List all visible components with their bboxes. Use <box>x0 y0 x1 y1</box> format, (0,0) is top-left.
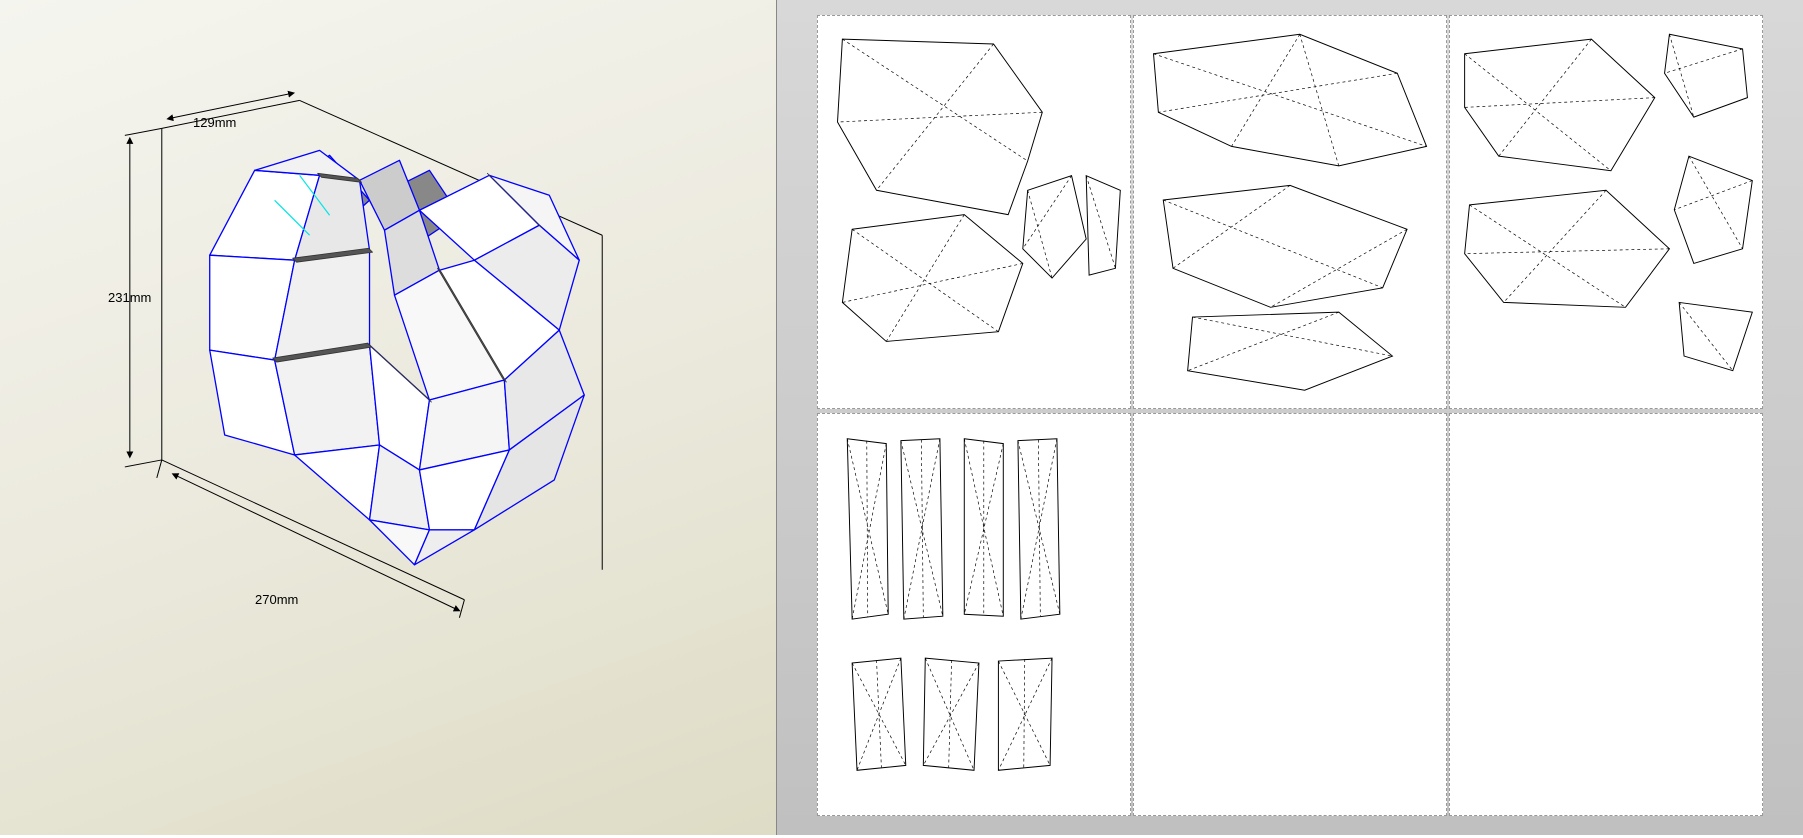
unfold-page-5[interactable] <box>1133 413 1447 816</box>
unfold-pages <box>817 15 1763 820</box>
model-mesh[interactable] <box>210 150 585 564</box>
unfold-page-4[interactable] <box>817 413 1131 816</box>
unfold-page-3[interactable] <box>1449 15 1763 409</box>
viewport-3d[interactable]: 231mm 129mm 270mm <box>0 0 777 835</box>
unfold-page-6[interactable] <box>1449 413 1763 816</box>
dim-depth-label: 129mm <box>193 115 236 130</box>
dim-height-label: 231mm <box>108 290 151 305</box>
unfold-page-2[interactable] <box>1133 15 1447 409</box>
dim-width-label: 270mm <box>255 592 298 607</box>
viewport-2d[interactable] <box>777 0 1803 835</box>
unfold-page-1[interactable] <box>817 15 1131 409</box>
viewport-3d-svg <box>0 0 776 835</box>
